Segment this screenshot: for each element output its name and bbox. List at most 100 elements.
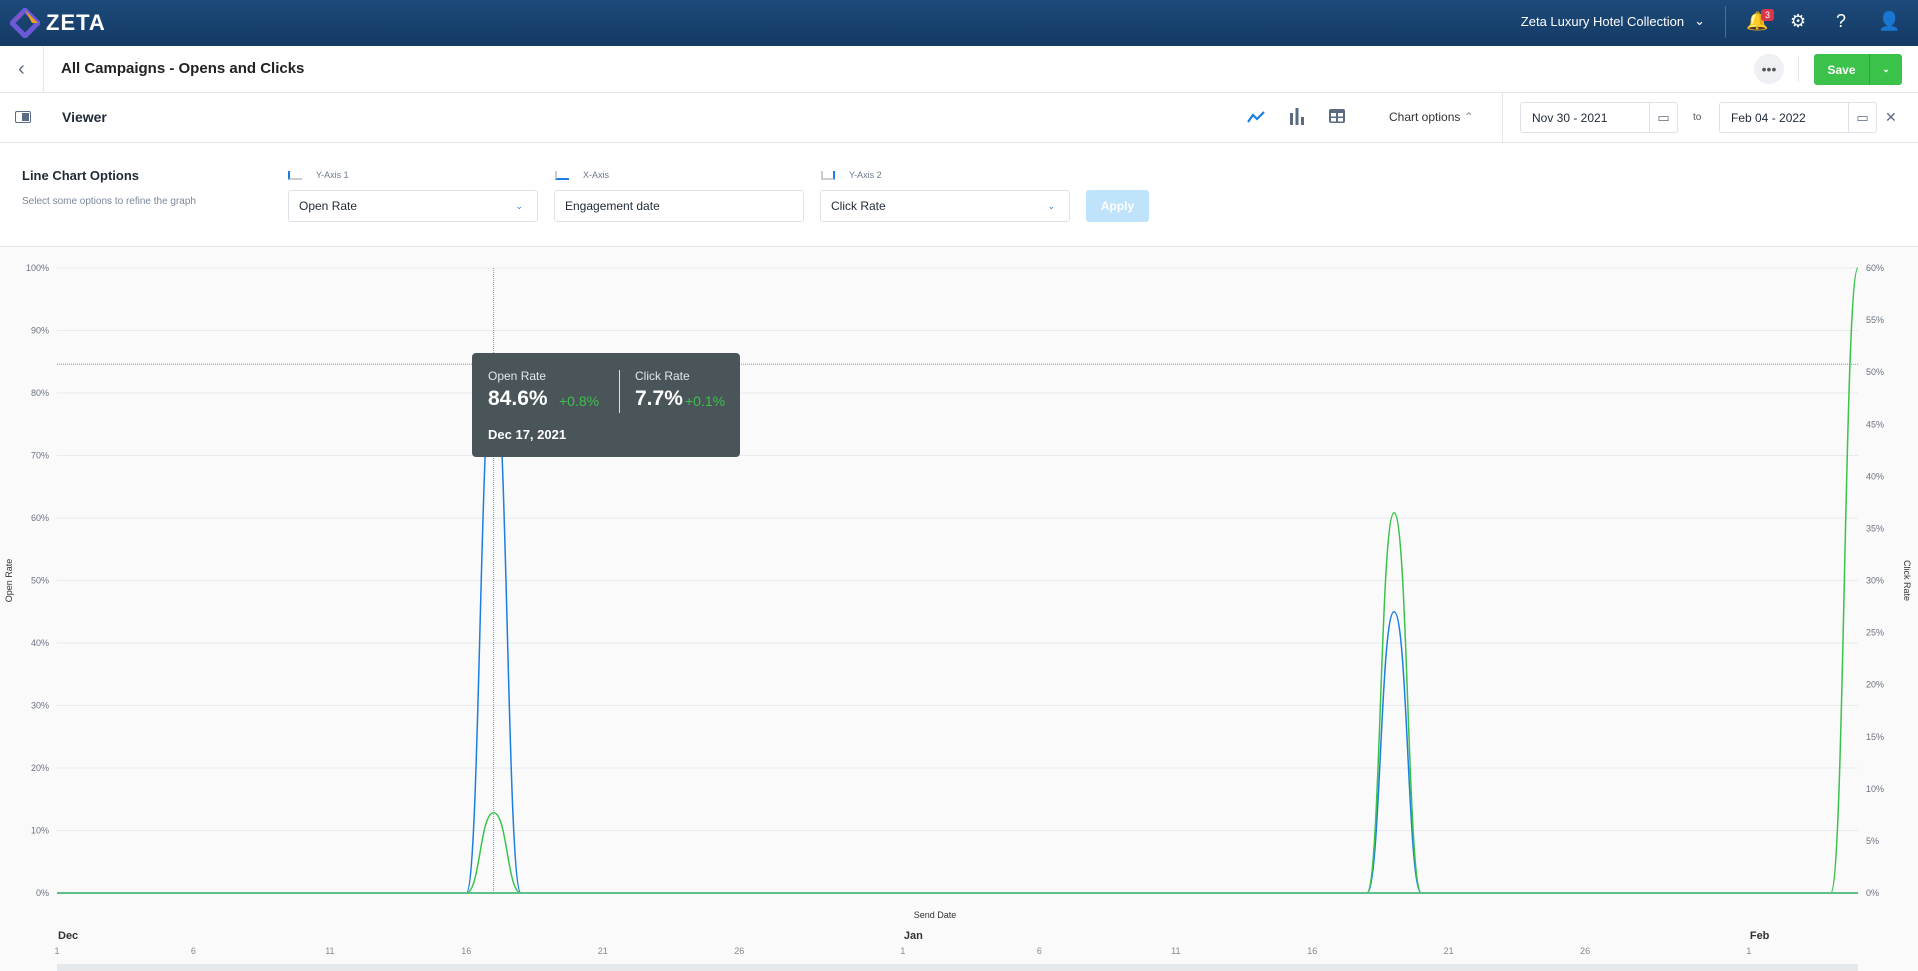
gear-icon[interactable]: ⚙ [1790,11,1806,32]
y2-axis-tick-label: 55% [1866,315,1884,325]
chart-navigator-scrollbar[interactable] [57,964,1858,971]
y-axis-tick-label: 60% [31,513,49,523]
close-icon[interactable]: ✕ [1885,109,1897,126]
tooltip-click-label: Click Rate [635,369,690,383]
x-axis-day-label: 6 [1037,946,1042,956]
y-axis-tick-label: 100% [26,263,49,273]
line-chart-icon[interactable] [1247,111,1265,123]
x-axis-day-label: 26 [1580,946,1590,956]
bar-chart-icon[interactable] [1289,107,1305,125]
table-icon[interactable] [1329,109,1345,123]
chevron-up-icon: ⌃ [1463,110,1474,124]
org-selector[interactable]: Zeta Luxury Hotel Collection ⌄ [1521,13,1705,29]
y-axis-tick-label: 30% [31,701,49,711]
y-axis-1-select[interactable]: Open Rate ⌄ [288,190,538,222]
user-icon[interactable]: 👤 [1878,11,1900,32]
x-axis-title: Send Date [914,910,957,920]
brand-name: ZETA [46,10,106,35]
x-axis-month-label: Jan [904,930,923,942]
x-axis-day-label: 21 [1444,946,1454,956]
top-navigation-bar: ZETA Zeta Luxury Hotel Collection ⌄ 🔔 3 ⚙… [0,0,1918,46]
chart-tooltip: Open Rate 84.6% +0.8% Click Rate 7.7% +0… [472,353,740,457]
save-button-group: Save ⌄ [1814,54,1902,85]
y2-axis-tick-label: 5% [1866,836,1879,846]
x-axis-input[interactable]: Engagement date [554,190,804,222]
back-button[interactable]: ‹ [0,46,44,93]
notification-badge: 3 [1761,9,1775,21]
y2-axis-tick-label: 10% [1866,784,1884,794]
line-chart-options-panel: Line Chart Options Select some options t… [0,143,1918,247]
y2-axis-tick-label: 30% [1866,576,1884,586]
series-line-open-rate [57,363,1858,894]
apply-button[interactable]: Apply [1086,190,1149,222]
date-to-input[interactable]: Feb 04 - 2022 ▭ [1719,102,1877,133]
y-axis-1-text: Y-Axis 1 [316,170,349,180]
x-axis-day-label: 16 [461,946,471,956]
y-axis-1-value: Open Rate [299,199,358,213]
y-axis-icon [288,170,302,180]
y-axis-tick-label: 10% [31,826,49,836]
save-dropdown-button[interactable]: ⌄ [1870,54,1902,85]
tooltip-divider [619,370,620,413]
y-axis-2-select[interactable]: Click Rate ⌄ [820,190,1070,222]
y-axis-tick-label: 40% [31,638,49,648]
y2-axis-tick-label: 20% [1866,680,1884,690]
x-axis-month-label: Dec [58,930,78,942]
y-axis-tick-label: 90% [31,326,49,336]
calendar-icon[interactable]: ▭ [1649,103,1677,132]
y-axis-tick-label: 50% [31,576,49,586]
x-axis-day-label: 11 [1171,946,1180,956]
x-axis-label: X-Axis [555,170,609,180]
x-axis-text: X-Axis [583,170,610,180]
x-axis-icon [555,170,569,180]
tooltip-open-label: Open Rate [488,369,547,383]
y-axis-2-label: Y-Axis 2 [821,170,882,180]
x-axis-day-label: 1 [900,946,905,956]
y-axis-2-icon [821,170,835,180]
y2-axis-tick-label: 35% [1866,523,1884,533]
zeta-logo-icon [10,8,40,38]
y-axis-tick-label: 0% [36,888,49,898]
more-options-button[interactable]: ••• [1754,54,1784,84]
x-axis-day-label: 1 [1746,946,1751,956]
chevron-down-icon: ⌄ [1047,200,1055,211]
divider [1725,6,1726,38]
viewer-title: Viewer [62,109,107,125]
divider [1798,56,1799,82]
calendar-icon[interactable]: ▭ [1848,103,1876,132]
zeta-logo[interactable]: ZETA [10,8,106,38]
tooltip-open-delta: +0.8% [559,393,600,409]
y-axis-2-value: Click Rate [831,199,886,213]
chevron-down-icon: ⌄ [1694,13,1705,28]
viewer-toolbar: Viewer Chart options ⌃ Nov 30 - 2021 ▭ to… [0,93,1918,143]
x-axis-day-label: 6 [191,946,196,956]
x-axis-month-label: Feb [1750,930,1770,942]
panel-toggle-icon[interactable] [15,111,31,123]
y2-axis-title: Click Rate [1902,560,1912,601]
page-title: All Campaigns - Opens and Clicks [61,60,305,77]
y-axis-2-text: Y-Axis 2 [849,170,882,180]
x-axis-day-label: 21 [598,946,608,956]
y2-axis-tick-label: 45% [1866,419,1884,429]
divider [1502,93,1503,143]
y2-axis-tick-label: 15% [1866,732,1884,742]
chart-options-toggle[interactable]: Chart options ⌃ [1389,110,1474,124]
chart-options-label: Chart options [1389,110,1461,124]
x-axis-day-label: 11 [325,946,334,956]
date-from-input[interactable]: Nov 30 - 2021 ▭ [1520,102,1678,133]
date-from-value: Nov 30 - 2021 [1532,110,1608,125]
page-header: ‹ All Campaigns - Opens and Clicks ••• S… [0,46,1918,93]
save-button[interactable]: Save [1814,54,1870,85]
tooltip-click-value: 7.7% [635,387,683,410]
y2-axis-tick-label: 50% [1866,367,1884,377]
y-axis-1-label: Y-Axis 1 [288,170,349,180]
tooltip-click-delta: +0.1% [685,393,726,409]
tooltip-date: Dec 17, 2021 [488,427,567,442]
x-axis-day-label: 16 [1307,946,1317,956]
x-axis-value: Engagement date [565,199,660,213]
line-chart: 0% 10% 20% 30% 40% 50% 60% 70% 80% 90% 100% 0% 5% 10%… [4,263,1912,971]
options-subtitle: Select some options to refine the graph [22,196,196,207]
y2-axis-tick-label: 60% [1866,263,1884,273]
help-icon[interactable]: ? [1836,11,1846,32]
y-axis-tick-label: 70% [31,451,49,461]
